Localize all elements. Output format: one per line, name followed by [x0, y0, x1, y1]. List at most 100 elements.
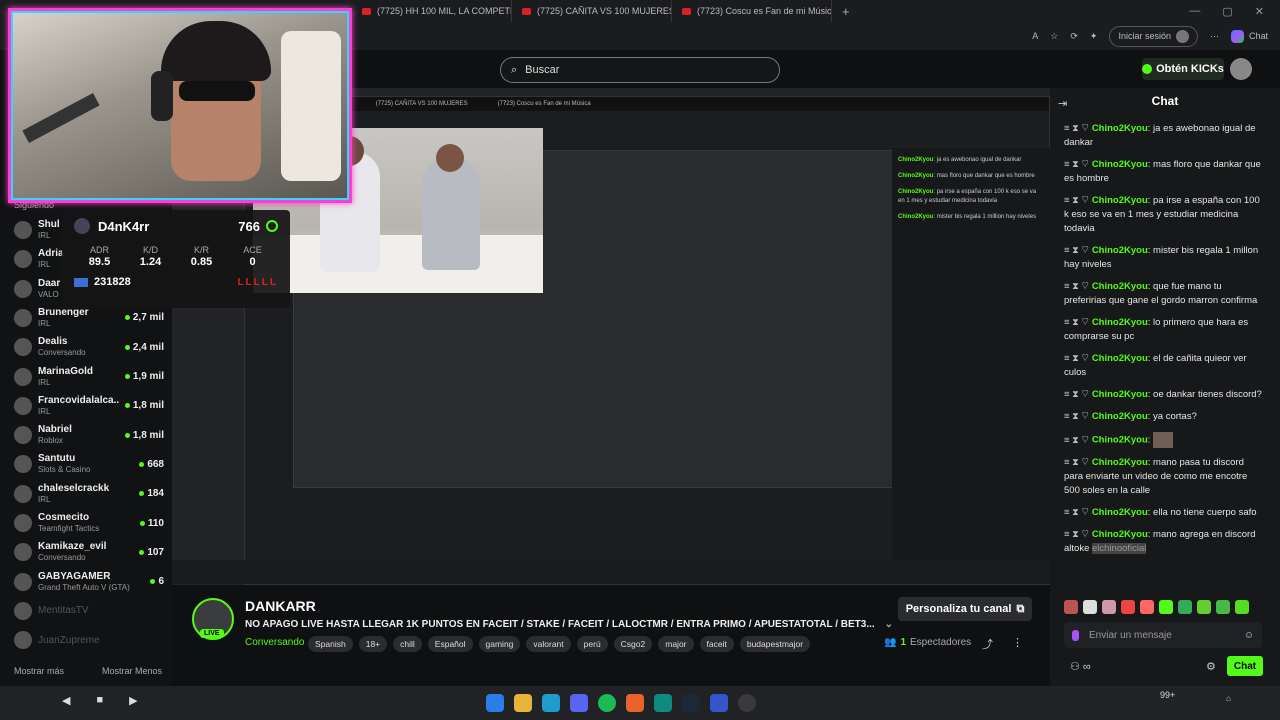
more-options-icon[interactable]: ⋮: [1012, 636, 1023, 649]
chat-mention: elchinooficial: [1092, 543, 1147, 554]
chat-username[interactable]: Chino2Kyou: [1092, 123, 1148, 134]
refresh-icon[interactable]: ⟳: [1070, 31, 1078, 42]
app-icon[interactable]: [710, 694, 728, 712]
chat-message: ≡ ⧗ ♡ Chino2Kyou: ya cortas?: [1064, 411, 1197, 422]
new-tab-button[interactable]: +: [832, 4, 860, 19]
spotify-icon[interactable]: [598, 694, 616, 712]
emote-icon[interactable]: [1216, 600, 1230, 614]
stream-tag[interactable]: major: [658, 636, 694, 652]
stream-tag[interactable]: Spanish: [308, 636, 353, 652]
chat-username[interactable]: Chino2Kyou: [1092, 353, 1148, 364]
minimize-icon[interactable]: —: [1189, 5, 1200, 18]
chat-username[interactable]: Chino2Kyou: [1092, 457, 1148, 468]
sidebar-channel[interactable]: Kamikaze_evil Conversando 107: [14, 539, 164, 565]
stream-tag[interactable]: valorant: [526, 636, 571, 652]
emote-icon[interactable]: [1197, 600, 1211, 614]
app-icon[interactable]: [626, 694, 644, 712]
sidebar-channel[interactable]: JuanZupreme: [14, 627, 164, 653]
sidebar-channel[interactable]: Nabriel Roblox 1,8 mil: [14, 422, 164, 448]
chat-username[interactable]: Chino2Kyou: [1092, 389, 1148, 400]
chevron-down-icon[interactable]: ⌄: [885, 619, 893, 630]
browser-tab[interactable]: (7723) Coscu es Fan de mi Música✕: [672, 0, 832, 22]
chat-username[interactable]: Chino2Kyou: [1092, 317, 1148, 328]
extensions-icon[interactable]: ✦: [1090, 31, 1098, 42]
emoji-icon[interactable]: ☺: [1244, 630, 1254, 641]
stream-tag[interactable]: perú: [576, 636, 608, 652]
stream-tag[interactable]: gaming: [478, 636, 521, 652]
share-icon[interactable]: ⤴: [982, 636, 993, 652]
chat-tools-icon[interactable]: ⚇ ∞: [1070, 660, 1091, 673]
show-more-button[interactable]: Mostrar más: [14, 666, 64, 676]
channel-category: IRL: [38, 494, 51, 504]
stop-icon[interactable]: ■: [96, 694, 103, 707]
stream-category[interactable]: Conversando: [245, 637, 304, 648]
channel-name[interactable]: DANKARR: [245, 598, 316, 614]
favorite-icon[interactable]: ☆: [1050, 31, 1058, 42]
channel-avatar: [14, 601, 32, 620]
maximize-icon[interactable]: ▢: [1222, 5, 1232, 18]
chat-input[interactable]: Enviar un mensaje ☺: [1064, 622, 1262, 648]
sidebar-channel[interactable]: Dealis Conversando 2,4 mil: [14, 334, 164, 360]
more-icon[interactable]: ⋯: [1210, 31, 1219, 42]
emote-icon[interactable]: [1121, 600, 1135, 614]
chat-title: Chat: [1151, 94, 1179, 108]
close-window-icon[interactable]: ✕: [1255, 5, 1264, 18]
chat-image[interactable]: [1153, 432, 1174, 448]
sidebar-channel[interactable]: chaleselcrackk IRL 184: [14, 481, 164, 507]
sidebar-channel[interactable]: MentitasTV: [14, 598, 164, 624]
copilot-button[interactable]: Chat: [1230, 29, 1268, 43]
gear-icon[interactable]: ⚙: [1206, 660, 1216, 673]
stream-tag[interactable]: Español: [427, 636, 473, 652]
steam-icon[interactable]: [682, 694, 700, 712]
stream-tag[interactable]: budapestmajor: [739, 636, 811, 652]
stream-tag[interactable]: faceit: [699, 636, 734, 652]
get-kicks-button[interactable]: Obtén KICKs: [1142, 58, 1224, 80]
chat-username[interactable]: Chino2Kyou: [1092, 507, 1148, 518]
microphone-icon[interactable]: [1072, 629, 1079, 641]
discord-icon[interactable]: [570, 694, 588, 712]
sidebar-channel[interactable]: Brunenger IRL 2,7 mil: [14, 305, 164, 331]
sidebar-channel[interactable]: GABYAGAMER Grand Theft Auto V (GTA) 6: [14, 569, 164, 595]
chat-messages: ≡ ⧗ ♡ Chino2Kyou: ja es awebonao igual de…: [1064, 122, 1264, 564]
sidebar-channel[interactable]: Cosmecito Teamfight Tactics 110: [14, 510, 164, 536]
stream-tag[interactable]: Csgo2: [613, 636, 653, 652]
previous-icon[interactable]: ◀: [62, 694, 70, 707]
signin-button[interactable]: Iniciar sesión: [1109, 25, 1198, 47]
sidebar-channel[interactable]: MarinaGold IRL 1,9 mil: [14, 364, 164, 390]
external-link-icon: ⧉: [1016, 602, 1025, 615]
chat-username[interactable]: Chino2Kyou: [1092, 159, 1148, 170]
stream-tag[interactable]: 18+: [358, 636, 388, 652]
customize-channel-button[interactable]: Personaliza tu canal ⧉: [898, 597, 1032, 621]
sidebar-channel[interactable]: Santutu Slots & Casino 668: [14, 451, 164, 477]
search-input[interactable]: ⌕ Buscar: [500, 57, 780, 83]
chat-username[interactable]: Chino2Kyou: [1092, 245, 1148, 256]
emote-icon[interactable]: [1159, 600, 1173, 614]
emote-icon[interactable]: [1102, 600, 1116, 614]
start-icon[interactable]: [486, 694, 504, 712]
chat-username[interactable]: Chino2Kyou: [1092, 435, 1148, 446]
play-icon[interactable]: ▶: [129, 694, 137, 707]
emote-icon[interactable]: [1083, 600, 1097, 614]
sunglasses: [179, 81, 255, 101]
show-less-button[interactable]: Mostrar Menos: [102, 666, 162, 676]
edge-icon[interactable]: [542, 694, 560, 712]
emote-icon[interactable]: [1235, 600, 1249, 614]
obs-icon[interactable]: [738, 694, 756, 712]
read-aloud-icon[interactable]: A: [1032, 31, 1038, 41]
stream-tag[interactable]: chill: [393, 636, 422, 652]
app-icon[interactable]: [654, 694, 672, 712]
file-explorer-icon[interactable]: [514, 694, 532, 712]
user-avatar[interactable]: [1230, 58, 1252, 80]
emote-icon[interactable]: [1178, 600, 1192, 614]
chat-username[interactable]: Chino2Kyou: [1092, 411, 1148, 422]
send-chat-button[interactable]: Chat: [1227, 656, 1263, 676]
emote-icon[interactable]: [1140, 600, 1154, 614]
chat-username[interactable]: Chino2Kyou: [1092, 529, 1148, 540]
browser-tab[interactable]: (7725) HH 100 MIL, LA COMPETE✕: [352, 0, 512, 22]
chat-username[interactable]: Chino2Kyou: [1092, 281, 1148, 292]
chat-username[interactable]: Chino2Kyou: [1092, 195, 1148, 206]
sidebar-channel[interactable]: Francovidalalca... IRL 1,8 mil: [14, 393, 164, 419]
youtube-icon: [522, 7, 531, 15]
browser-tab[interactable]: (7725) CAÑITA VS 100 MUJERES✕: [512, 0, 672, 22]
emote-icon[interactable]: [1064, 600, 1078, 614]
